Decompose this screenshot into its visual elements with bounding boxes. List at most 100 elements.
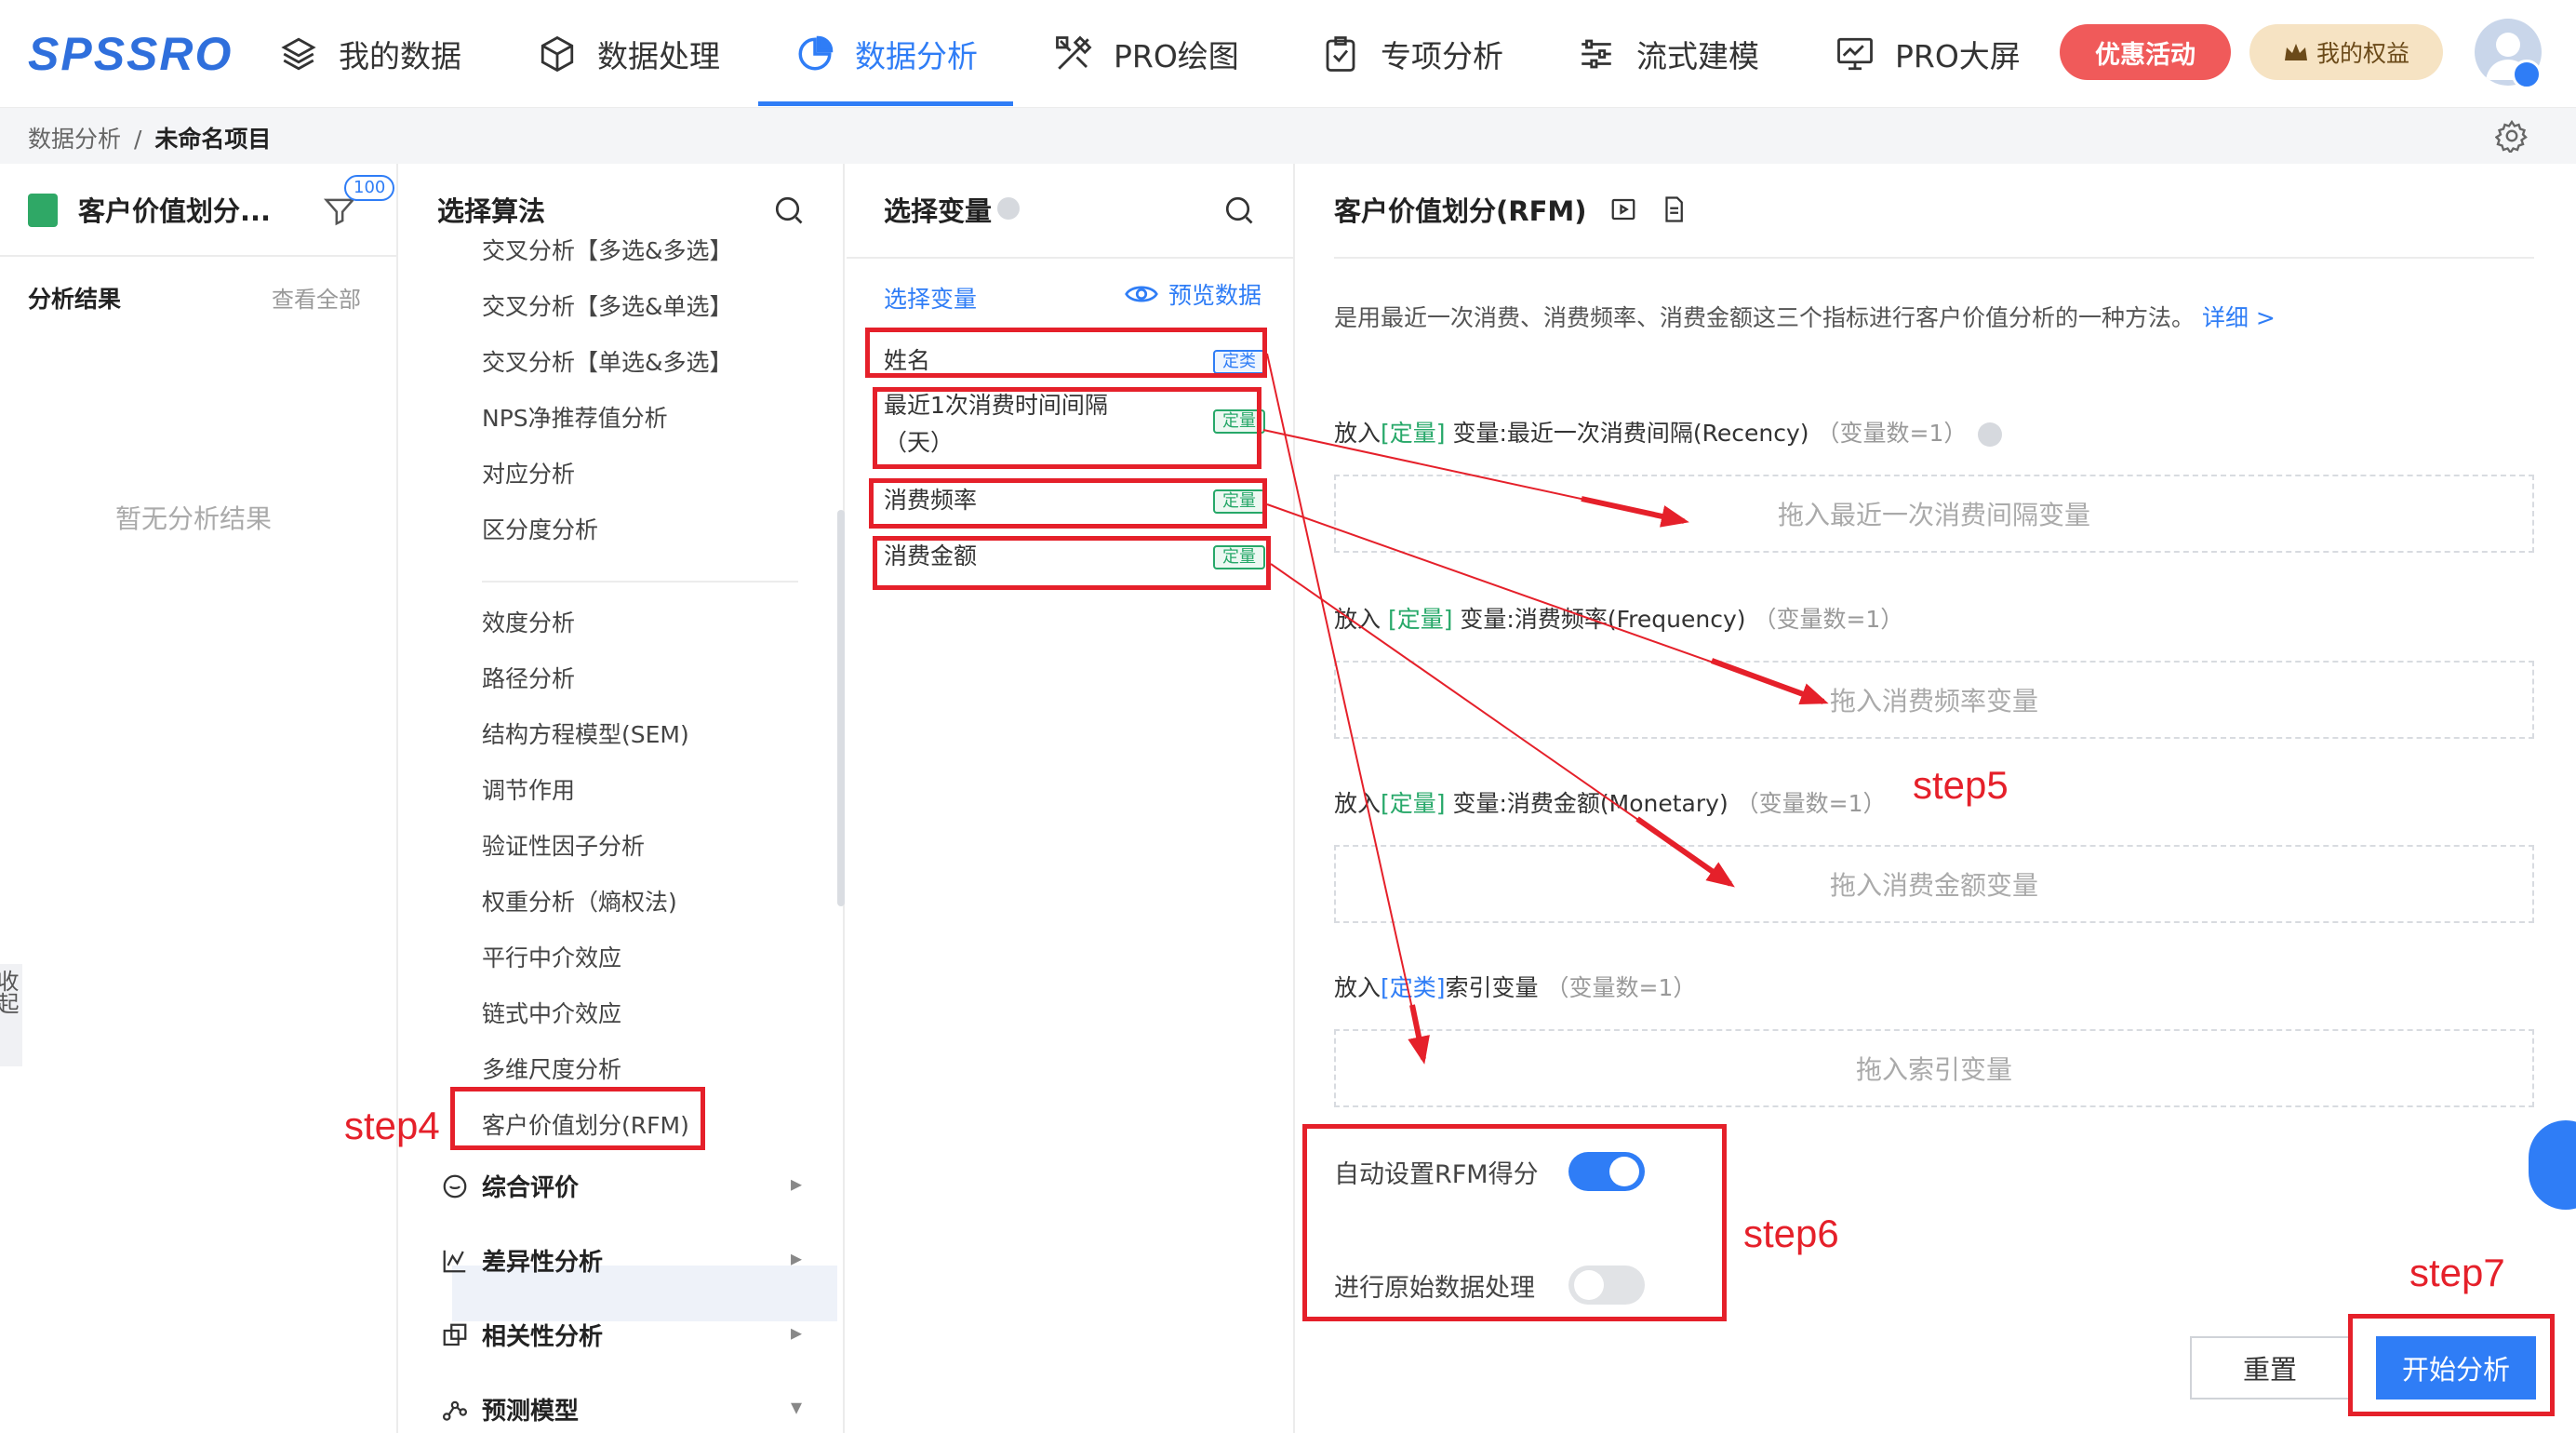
drop-zone-frequency[interactable]: 拖入消费频率变量	[1334, 661, 2534, 739]
annotation-box-step4	[450, 1087, 705, 1150]
algorithm-item[interactable]: 效度分析	[482, 605, 575, 638]
algorithm-item[interactable]: 交叉分析【多选&多选】	[482, 238, 733, 266]
view-all-link[interactable]: 查看全部	[272, 281, 361, 314]
copy-squares-icon	[443, 1323, 467, 1346]
nav-label: 流式建模	[1636, 38, 1759, 74]
annotation-step7: step7	[2409, 1251, 2505, 1294]
reset-button[interactable]: 重置	[2190, 1336, 2350, 1400]
algorithm-item[interactable]: 调节作用	[482, 772, 575, 806]
algorithm-divider	[482, 581, 798, 583]
annotation-box-variable-frequency	[869, 478, 1267, 529]
video-play-icon[interactable]	[1609, 195, 1637, 223]
slot-type-tag: [定量]	[1381, 420, 1446, 447]
nav-data-analysis[interactable]: 数据分析	[795, 0, 978, 108]
empty-results-text: 暂无分析结果	[115, 503, 273, 534]
description-text: 是用最近一次消费、消费频率、消费金额这三个指标进行客户价值分析的一种方法。	[1334, 304, 2196, 331]
details-link[interactable]: 详细 >	[2202, 304, 2276, 331]
algorithm-item[interactable]: 平行中介效应	[482, 940, 621, 973]
algorithm-item[interactable]: 验证性因子分析	[482, 828, 645, 862]
drop-zone-index[interactable]: 拖入索引变量	[1334, 1029, 2534, 1107]
results-label: 分析结果	[28, 286, 122, 313]
nav-flow-modeling[interactable]: 流式建模	[1577, 0, 1759, 108]
spreadsheet-icon	[28, 194, 58, 227]
group-label: 综合评价	[482, 1174, 580, 1202]
help-icon[interactable]	[997, 197, 1020, 220]
annotation-box-step6	[1302, 1124, 1727, 1321]
gear-icon[interactable]	[2495, 119, 2529, 153]
divider	[847, 257, 1295, 259]
slot-prefix: 放入	[1334, 606, 1388, 633]
variable-panel-title: 选择变量	[884, 195, 993, 227]
slot-label-text: 变量:消费金额(Monetary)	[1445, 790, 1728, 817]
algorithm-item[interactable]: 链式中介效应	[482, 996, 621, 1029]
algorithm-item[interactable]: 权重分析（熵权法)	[482, 884, 677, 917]
line-chart-icon	[443, 1250, 466, 1272]
slot-type-tag: [定量]	[1387, 606, 1453, 633]
slot-label-frequency: 放入 [定量] 变量:消费频率(Frequency) （变量数=1）	[1334, 601, 1903, 635]
nav-pro-drawing[interactable]: PRO绘图	[1054, 0, 1239, 108]
breadcrumb-parent[interactable]: 数据分析	[28, 126, 121, 153]
algorithm-group-difference[interactable]: 差异性分析	[441, 1243, 603, 1278]
search-icon[interactable]	[1222, 194, 1256, 227]
nav-label: PRO绘图	[1114, 38, 1239, 74]
nav-my-data[interactable]: 我的数据	[279, 0, 461, 108]
scrollbar-thumb[interactable]	[837, 510, 845, 906]
algorithm-group-comprehensive[interactable]: 综合评价	[441, 1169, 579, 1203]
rfm-title-row: 客户价值划分(RFM)	[1334, 190, 1688, 229]
document-icon[interactable]	[1660, 195, 1688, 223]
expand-arrow-icon[interactable]: ▸	[791, 1245, 802, 1271]
slot-prefix: 放入	[1334, 790, 1381, 817]
app-logo[interactable]: SPSSRO	[28, 28, 233, 80]
clipboard-check-icon	[1326, 36, 1355, 72]
nav-data-processing[interactable]: 数据处理	[538, 0, 720, 108]
slot-label-monetary: 放入[定量] 变量:消费金额(Monetary) （变量数=1）	[1334, 785, 1887, 819]
help-icon[interactable]	[1978, 422, 2003, 447]
collapse-panel-toggle[interactable]: 收起	[0, 964, 22, 1066]
select-variables-link[interactable]: 选择变量	[884, 281, 977, 315]
algorithm-group-prediction[interactable]: 预测模型	[441, 1392, 579, 1426]
preview-data-link[interactable]: 预览数据	[1124, 277, 1261, 311]
algorithm-item[interactable]: 对应分析	[482, 456, 575, 489]
algorithm-item[interactable]: 路径分析	[482, 661, 575, 694]
slot-type-tag: [定类]	[1381, 974, 1446, 1001]
filter-count-badge: 100	[344, 175, 395, 201]
algorithm-panel-title: 选择算法	[437, 195, 546, 227]
project-header: 客户价值划分... 100	[0, 164, 398, 257]
algorithm-item[interactable]: 交叉分析【单选&多选】	[482, 344, 733, 378]
group-label: 差异性分析	[482, 1249, 604, 1277]
algorithm-item[interactable]: NPS净推荐值分析	[482, 400, 668, 434]
scatter-nodes-icon	[443, 1400, 467, 1421]
my-rights-button[interactable]: 我的权益	[2249, 24, 2443, 80]
breadcrumb-current: 未命名项目	[154, 126, 272, 153]
drop-zone-recency[interactable]: 拖入最近一次消费间隔变量	[1334, 475, 2534, 553]
nav-pro-dashboard[interactable]: PRO大屏	[1835, 0, 2021, 108]
algorithm-group-correlation[interactable]: 相关性分析	[441, 1318, 603, 1352]
slot-count: （变量数=1）	[1735, 790, 1887, 817]
algorithm-item[interactable]: 结构方程模型(SEM)	[482, 716, 689, 750]
expand-arrow-icon[interactable]: ▸	[791, 1319, 802, 1346]
slot-label-text: 变量:消费频率(Frequency)	[1452, 606, 1746, 633]
breadcrumb-bar: 数据分析 / 未命名项目	[0, 108, 2576, 164]
group-label: 相关性分析	[482, 1323, 604, 1351]
top-navigation-bar: SPSSRO 我的数据 数据处理 数据分析 PRO绘图 专项分析 流式建模 PR…	[0, 0, 2576, 108]
expand-arrow-icon[interactable]: ▾	[791, 1394, 802, 1420]
slot-count: （变量数=1）	[1816, 420, 1968, 447]
breadcrumb: 数据分析 / 未命名项目	[28, 121, 271, 154]
slot-count: （变量数=1）	[1753, 606, 1904, 633]
annotation-step4: step4	[344, 1104, 440, 1147]
project-title[interactable]: 客户价值划分...	[78, 190, 271, 229]
nav-label: 专项分析	[1381, 38, 1503, 74]
vip-crown-badge-icon	[2512, 60, 2542, 89]
drop-zone-monetary[interactable]: 拖入消费金额变量	[1334, 845, 2534, 923]
expand-arrow-icon[interactable]: ▸	[791, 1171, 802, 1197]
slot-prefix: 放入	[1334, 420, 1381, 447]
divider	[1334, 257, 2534, 259]
promo-button[interactable]: 优惠活动	[2060, 24, 2231, 80]
search-icon[interactable]	[772, 194, 806, 227]
nav-special-analysis[interactable]: 专项分析	[1321, 0, 1503, 108]
algorithm-item[interactable]: 多维尺度分析	[482, 1051, 621, 1085]
algorithm-item[interactable]: 区分度分析	[482, 512, 598, 545]
algorithm-item[interactable]: 交叉分析【多选&单选】	[482, 288, 733, 322]
nav-label: 数据处理	[597, 38, 720, 74]
annotation-box-step7	[2348, 1314, 2555, 1416]
